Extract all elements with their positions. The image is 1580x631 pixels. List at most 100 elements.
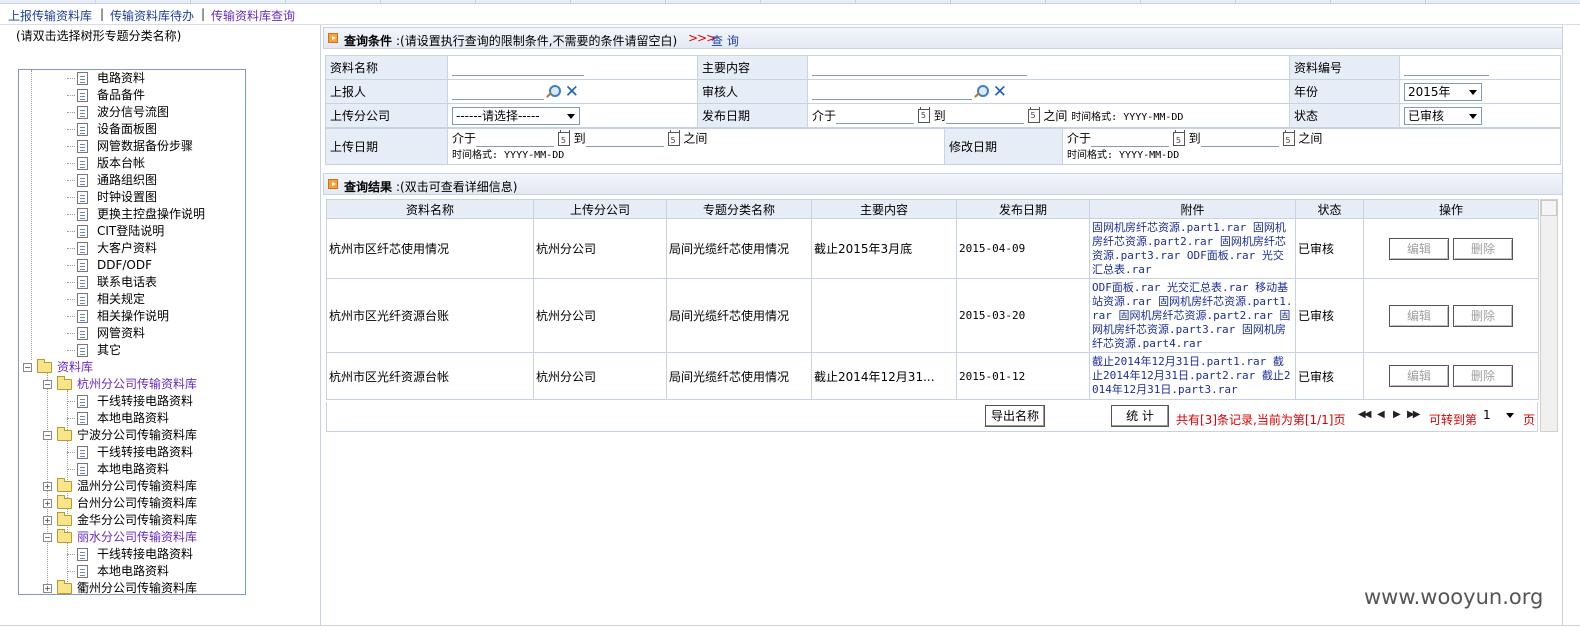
content-input[interactable]	[812, 60, 1027, 76]
tree-node-label[interactable]: 设备面板图	[97, 121, 157, 138]
tree-node-label[interactable]: 干线转接电路资料	[97, 393, 193, 410]
expand-icon[interactable]: +	[43, 482, 52, 491]
last-page-icon[interactable]: ▶▶	[1407, 409, 1420, 420]
nav-library-query[interactable]: 传输资料库查询	[211, 7, 295, 24]
cell-attachments[interactable]: ODF面板.rar 光交汇总表.rar 移动基站资源.rar 固网机房纤芯资源.…	[1089, 278, 1296, 353]
tree-node-label[interactable]: 干线转接电路资料	[97, 546, 193, 563]
grid-scrollbar[interactable]	[1540, 199, 1558, 432]
tree-node-label[interactable]: 联系电话表	[97, 274, 157, 291]
tree-node[interactable]: 电路资料	[19, 70, 245, 87]
tree-node-label[interactable]: 杭州分公司传输资料库	[77, 376, 197, 393]
edit-button[interactable]: 编辑	[1389, 304, 1449, 327]
tree-node[interactable]: 干线转接电路资料	[19, 546, 245, 563]
nav-report-library[interactable]: 上报传输资料库	[8, 7, 92, 24]
tree-node[interactable]: 联系电话表	[19, 274, 245, 291]
next-page-icon[interactable]: ▶	[1393, 409, 1401, 420]
collapse-icon[interactable]: −	[43, 380, 52, 389]
query-button[interactable]: 查 询	[711, 32, 739, 49]
tree-node[interactable]: CIT登陆说明	[19, 223, 245, 240]
tree-node-label[interactable]: 干线转接电路资料	[97, 444, 193, 461]
delete-button[interactable]: 删除	[1453, 365, 1513, 387]
expand-icon[interactable]: +	[43, 499, 52, 508]
upload-date-to-input[interactable]	[585, 131, 664, 147]
tree-node[interactable]: 相关操作说明	[19, 308, 245, 325]
tree-node-label[interactable]: 宁波分公司传输资料库	[77, 427, 197, 444]
tree-node-label[interactable]: 时钟设置图	[97, 189, 157, 206]
delete-button[interactable]: 删除	[1453, 304, 1513, 327]
modify-date-to-input[interactable]	[1200, 131, 1279, 147]
search-icon[interactable]	[544, 84, 561, 100]
reporter-input[interactable]	[452, 84, 544, 100]
export-button[interactable]: 导出名称	[985, 405, 1045, 427]
prev-page-icon[interactable]: ◀	[1377, 409, 1385, 420]
edit-button[interactable]: 编辑	[1389, 365, 1449, 387]
tree-node-label[interactable]: 温州分公司传输资料库	[77, 478, 197, 495]
tree-node-label[interactable]: 通路组织图	[97, 172, 157, 189]
status-select[interactable]: 已审核	[1404, 106, 1482, 125]
year-select[interactable]: 2015年	[1404, 82, 1482, 101]
collapse-icon[interactable]: −	[43, 431, 52, 440]
header-content[interactable]: 主要内容	[811, 199, 957, 219]
tree-node[interactable]: 更换主控盘操作说明	[19, 206, 245, 223]
tree-node[interactable]: − 丽水分公司传输资料库	[19, 529, 245, 546]
search-icon[interactable]	[972, 84, 989, 100]
upload-date-from-input[interactable]	[476, 131, 555, 147]
tree-node[interactable]: + 金华分公司传输资料库	[19, 512, 245, 529]
tree-node-label[interactable]: 大客户资料	[97, 240, 157, 257]
tree-node[interactable]: 其它	[19, 342, 245, 359]
tree-node-label[interactable]: 衢州分公司传输资料库	[77, 580, 197, 594]
tree-node[interactable]: 网管数据备份步骤	[19, 138, 245, 155]
calendar-icon[interactable]	[1027, 107, 1040, 124]
table-row[interactable]: 杭州市区光纤资源台帐 杭州分公司 局间光缆纤芯使用情况 截止2014年12月31…	[326, 352, 1539, 400]
tree-node-label[interactable]: 相关操作说明	[97, 308, 169, 325]
tree-node-label[interactable]: 相关规定	[97, 291, 145, 308]
tree-node-label[interactable]: 版本台帐	[97, 155, 145, 172]
tree-node[interactable]: 时钟设置图	[19, 189, 245, 206]
header-status[interactable]: 状态	[1295, 199, 1364, 219]
tree-node[interactable]: 网管资料	[19, 325, 245, 342]
clear-icon[interactable]: ✕	[564, 83, 580, 100]
stats-button[interactable]: 统 计	[1111, 405, 1169, 427]
table-row[interactable]: 杭州市区纤芯使用情况 杭州分公司 局间光缆纤芯使用情况 截止2015年3月底 2…	[326, 218, 1539, 279]
first-page-icon[interactable]: ◀◀	[1358, 409, 1371, 420]
table-row[interactable]: 杭州市区光纤资源台账 杭州分公司 局间光缆纤芯使用情况 2015-03-20 O…	[326, 278, 1539, 353]
tree-node[interactable]: 本地电路资料	[19, 461, 245, 478]
tree-node[interactable]: 干线转接电路资料	[19, 444, 245, 461]
tree-node-label[interactable]: 台州分公司传输资料库	[77, 495, 197, 512]
tree-node-label[interactable]: 本地电路资料	[97, 563, 169, 580]
calendar-icon[interactable]	[1172, 129, 1185, 148]
tree-node[interactable]: 本地电路资料	[19, 563, 245, 580]
header-date[interactable]: 发布日期	[956, 199, 1090, 219]
expand-icon[interactable]: +	[43, 584, 52, 593]
calendar-icon[interactable]	[917, 107, 930, 124]
tree-node[interactable]: 版本台帐	[19, 155, 245, 172]
tree-node-label[interactable]: 波分信号流图	[97, 104, 169, 121]
delete-button[interactable]: 删除	[1453, 237, 1513, 260]
tree-node[interactable]: 波分信号流图	[19, 104, 245, 121]
tree-node[interactable]: 通路组织图	[19, 172, 245, 189]
tree-node[interactable]: DDF/ODF	[19, 257, 245, 274]
tree-node-label[interactable]: 更换主控盘操作说明	[97, 206, 205, 223]
tree-node-label[interactable]: 电路资料	[97, 70, 145, 87]
tree-node[interactable]: − 资料库	[19, 359, 245, 376]
tree-node[interactable]: 备品备件	[19, 87, 245, 104]
tree-node-label[interactable]: 网管资料	[97, 325, 145, 342]
collapse-icon[interactable]: −	[23, 363, 32, 372]
publish-date-to-input[interactable]	[945, 108, 1024, 125]
scroll-up-icon[interactable]	[1541, 200, 1557, 216]
tree-node[interactable]: − 杭州分公司传输资料库	[19, 376, 245, 393]
tree-node-label[interactable]: 网管数据备份步骤	[97, 138, 193, 155]
tree-node-label[interactable]: 金华分公司传输资料库	[77, 512, 197, 529]
tree-node[interactable]: 本地电路资料	[19, 410, 245, 427]
tree-node[interactable]: 相关规定	[19, 291, 245, 308]
calendar-icon[interactable]	[1282, 129, 1295, 148]
tree-node[interactable]: + 温州分公司传输资料库	[19, 478, 245, 495]
header-category[interactable]: 专题分类名称	[666, 199, 812, 219]
cell-attachments[interactable]: 固网机房纤芯资源.part1.rar 固网机房纤芯资源.part2.rar 固网…	[1089, 218, 1296, 279]
clear-icon[interactable]: ✕	[992, 83, 1008, 100]
tree-node[interactable]: 设备面板图	[19, 121, 245, 138]
publish-date-from-input[interactable]	[836, 108, 915, 125]
tree-node-label[interactable]: DDF/ODF	[97, 257, 152, 274]
tree-node[interactable]: + 衢州分公司传输资料库	[19, 580, 245, 594]
edit-button[interactable]: 编辑	[1389, 237, 1449, 260]
